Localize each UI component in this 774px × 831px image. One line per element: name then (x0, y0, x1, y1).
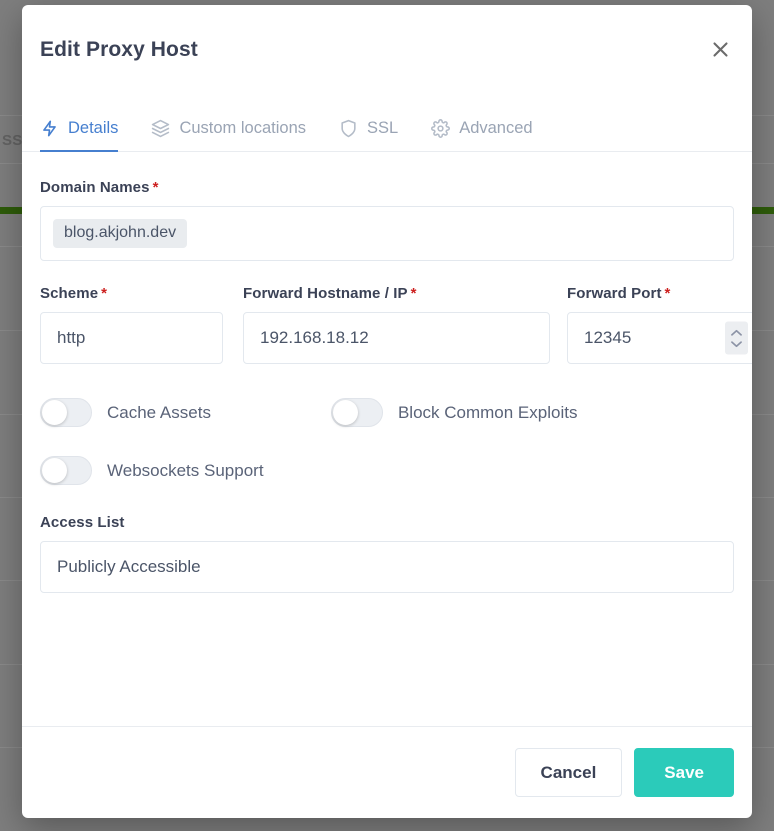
toggle-switch[interactable] (330, 398, 383, 427)
tab-label: Advanced (459, 119, 533, 137)
layers-icon (151, 119, 170, 138)
toggle-label: Websockets Support (107, 460, 264, 480)
domain-names-field: Domain Names * blog.akjohn.dev (40, 179, 734, 261)
domain-tag[interactable]: blog.akjohn.dev (53, 218, 188, 249)
lightning-bolt-icon (40, 119, 59, 138)
details-tab-panel: Domain Names * blog.akjohn.dev Scheme * ht… (22, 152, 752, 726)
scheme-input[interactable]: http (40, 312, 223, 364)
forward-port-field: Forward Port * 12345 (567, 285, 752, 364)
required-marker: * (152, 179, 159, 196)
domain-names-input[interactable]: blog.akjohn.dev (40, 206, 734, 261)
toggle-switch[interactable] (40, 456, 92, 485)
toggle-websockets-support[interactable]: Websockets Support (40, 456, 264, 485)
forward-port-label: Forward Port * (567, 285, 671, 302)
dialog-footer: Cancel Save (22, 726, 752, 818)
bg-status-bar (752, 207, 774, 214)
cancel-button[interactable]: Cancel (514, 748, 623, 797)
tab-custom-locations[interactable]: Custom locations (151, 119, 316, 151)
stepper-updown-icon[interactable] (725, 321, 748, 355)
domain-names-label: Domain Names * (40, 179, 159, 196)
options-toggles: Cache Assets Block Common Exploits Webso… (40, 398, 734, 485)
scheme-field: Scheme * http (40, 285, 223, 364)
tab-details[interactable]: Details (40, 119, 128, 152)
toggle-knob (332, 400, 358, 425)
forward-hostname-input[interactable]: 192.168.18.12 (243, 312, 550, 364)
required-marker: * (101, 285, 108, 302)
toggle-row-1: Cache Assets Block Common Exploits (40, 398, 734, 427)
toggle-label: Cache Assets (107, 402, 211, 422)
toggle-knob (42, 458, 67, 483)
toggle-label: Block Common Exploits (397, 402, 578, 422)
dialog-tabs: Details Custom locations SSL Advanced (22, 94, 752, 152)
scheme-label: Scheme * (40, 285, 108, 302)
forward-settings-row: Scheme * http Forward Hostname / IP * 192.… (40, 285, 752, 364)
save-button[interactable]: Save (634, 748, 734, 797)
shield-icon (339, 119, 358, 138)
dialog-title: Edit Proxy Host (40, 37, 198, 61)
access-list-field: Access List Publicly Accessible (40, 514, 734, 593)
toggle-switch[interactable] (40, 398, 92, 427)
toggle-row-2: Websockets Support (40, 456, 734, 485)
bg-column-header-fragment: SS (2, 132, 23, 149)
forward-hostname-field: Forward Hostname / IP * 192.168.18.12 (243, 285, 550, 364)
toggle-block-common-exploits[interactable]: Block Common Exploits (330, 398, 578, 427)
access-list-select[interactable]: Publicly Accessible (40, 541, 734, 593)
close-icon[interactable] (706, 36, 734, 64)
tab-label: Details (68, 119, 119, 137)
tab-label: SSL (367, 119, 399, 137)
required-marker: * (410, 285, 417, 302)
toggle-cache-assets[interactable]: Cache Assets (40, 398, 211, 427)
edit-proxy-host-dialog: Edit Proxy Host Details Custom locations… (22, 5, 752, 818)
required-marker: * (664, 285, 671, 302)
forward-hostname-label: Forward Hostname / IP * (243, 285, 417, 302)
gear-icon (431, 119, 451, 138)
bg-status-bar (0, 207, 22, 214)
access-list-label: Access List (40, 514, 125, 531)
tab-label: Custom locations (179, 119, 306, 137)
tab-ssl[interactable]: SSL (339, 119, 408, 151)
tab-advanced[interactable]: Advanced (431, 119, 542, 151)
toggle-knob (42, 400, 67, 425)
dialog-header: Edit Proxy Host (22, 5, 752, 94)
